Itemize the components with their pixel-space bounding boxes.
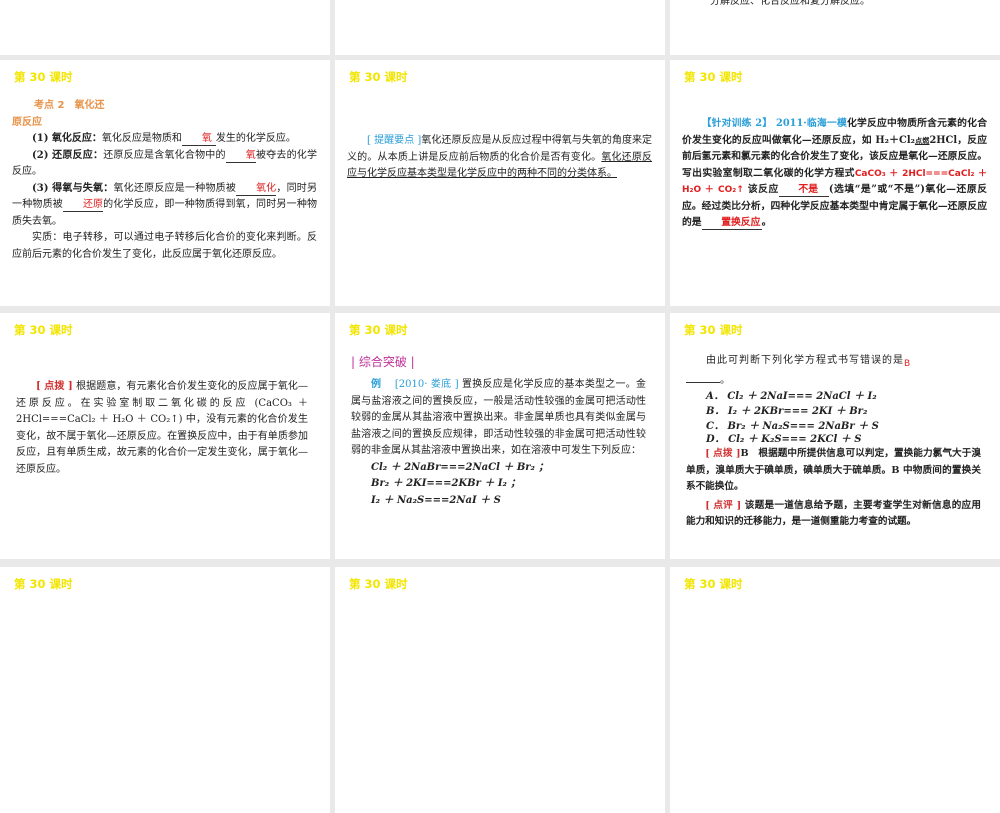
slide-thumbnail[interactable] xyxy=(335,0,665,55)
text: 氧化还原反应是一种物质被 xyxy=(113,182,237,194)
text: 实质：电子转移，可以通过电子转移后化合价的变化来判断。反应前后元素的化合价发生了… xyxy=(12,232,317,260)
slide-thumbnail[interactable]: 第 30 课时 xyxy=(0,567,330,813)
heading: 原反应 xyxy=(12,116,42,128)
tag: [ 点拨 ] xyxy=(36,381,73,392)
answer: B xyxy=(904,359,912,369)
text: 氧化反应是物质和 xyxy=(101,133,182,144)
slide-text: [ 点拨 ] 根据题意，有元素化合价发生变化的反应属于氧化—还原反应。在实验室制… xyxy=(16,379,308,478)
tag: 例 xyxy=(371,379,382,390)
text: 该反应 xyxy=(747,184,779,195)
slide-text: 【针对训练 2】 2011·临海一模化学反应中物质所含元素的化合价发生变化的反应… xyxy=(682,116,987,232)
source: 2011·临海一模 xyxy=(776,118,847,129)
slide-title: 第 30 课时 xyxy=(349,577,408,591)
question: 由此可判断下列化学方程式书写错误的是 xyxy=(706,355,904,366)
source: [2010· 娄底 ] xyxy=(394,379,459,390)
text: 置换反应是化学反应的基本类型之一。金属与盐溶液之间的置换反应，一般是活动性较强的… xyxy=(351,379,647,456)
option: A． Cl₂ ＋ 2NaI=== 2NaCl ＋ I₂ xyxy=(706,391,877,402)
slide-thumbnail[interactable]: 第 30 课时 xyxy=(670,567,1000,813)
answer: 置换反应 xyxy=(721,217,761,228)
text: 。 xyxy=(761,217,772,228)
text: 发生的化学反应。 xyxy=(215,133,296,144)
label: (2) 还原反应： xyxy=(32,149,104,161)
slide-title: 第 30 课时 xyxy=(684,577,743,591)
answer: 还原 xyxy=(82,199,103,210)
answer: 氧 xyxy=(245,149,256,161)
slide-title: 第 30 课时 xyxy=(14,70,73,84)
slide-title: 第 30 课时 xyxy=(684,70,743,84)
slide-text: 例 [2010· 娄底 ] 置换反应是化学反应的基本类型之一。金属与盐溶液之间的… xyxy=(351,377,646,509)
condition: 点燃 xyxy=(914,135,930,145)
heading: 考点 2 氧化还 xyxy=(34,100,105,111)
slide-text: [ 提醒要点 ]氧化还原反应是从反应过程中得氧与失氧的角度来定义的。从本质上讲是… xyxy=(347,133,652,183)
option: D． Cl₂ ＋ K₂S=== 2KCl ＋ S xyxy=(706,434,862,445)
text: 根据题意，有元素化合价发生变化的反应属于氧化—还原反应。在实验室制取二氧化碳的反… xyxy=(16,381,308,475)
label: (1) 氧化反应： xyxy=(32,133,102,144)
slide-text: 考点 2 氧化还 原反应 (1) 氧化反应：氧化反应是物质和氧发生的化学反应。 … xyxy=(12,98,317,263)
equation: Br₂ ＋ 2KI===2KBr ＋ I₂ ； xyxy=(371,478,521,489)
slide-thumbnail[interactable]: 第 30 课时 [ 点拨 ] 根据题意，有元素化合价发生变化的反应属于氧化—还原… xyxy=(0,313,330,559)
slide-title: 第 30 课时 xyxy=(14,323,73,337)
slide-title: 第 30 课时 xyxy=(14,577,73,591)
slide-title: 第 30 课时 xyxy=(349,323,408,337)
label: (3) 得氧与失氧： xyxy=(32,182,114,194)
tag: [ 提醒要点 ] xyxy=(367,135,422,146)
slide-thumbnail[interactable]: 第 30 课时 由此可判断下列化学方程式书写错误的是B 。 A． Cl₂ ＋ 2… xyxy=(670,313,1000,559)
slide-thumbnail[interactable]: 第 30 课时 【针对训练 2】 2011·临海一模化学反应中物质所含元素的化合… xyxy=(670,60,1000,306)
slide-thumbnail[interactable] xyxy=(0,0,330,55)
slide-text: 分解反应、化合反应和复分解反应。 xyxy=(710,0,870,7)
slide-thumbnail[interactable]: 第 30 课时 考点 2 氧化还 原反应 (1) 氧化反应：氧化反应是物质和氧发… xyxy=(0,60,330,306)
slide-thumbnail[interactable]: 分解反应、化合反应和复分解反应。 xyxy=(670,0,1000,55)
text: 还原反应是含氧化合物中的 xyxy=(103,149,226,161)
slide-thumbnail[interactable]: 第 30 课时 [ 提醒要点 ]氧化还原反应是从反应过程中得氧与失氧的角度来定义… xyxy=(335,60,665,306)
option: C． Br₂ ＋ Na₂S=== 2NaBr ＋ S xyxy=(706,421,879,432)
answer: 氧化 xyxy=(256,182,277,194)
answer: 氧 xyxy=(201,133,212,144)
tag: [ 点评 ] xyxy=(705,499,742,511)
slide-title: 第 30 课时 xyxy=(684,323,743,337)
tag: 【针对训练 2】 xyxy=(701,118,773,129)
equation: I₂ ＋ Na₂S===2NaI ＋ S xyxy=(371,494,501,506)
slide-thumbnail[interactable]: 第 30 课时 | 综合突破 | 例 [2010· 娄底 ] 置换反应是化学反应… xyxy=(335,313,665,559)
slide-title: 第 30 课时 xyxy=(349,70,408,84)
slide-text: 由此可判断下列化学方程式书写错误的是B 。 A． Cl₂ ＋ 2NaI=== 2… xyxy=(686,355,982,527)
section-heading: | 综合突破 | xyxy=(351,355,415,369)
tag: [ 点拨 ] xyxy=(705,448,741,459)
slide-thumbnail[interactable]: 第 30 课时 xyxy=(335,567,665,813)
option: B． I₂ ＋ 2KBr=== 2KI ＋ Br₂ xyxy=(706,406,868,417)
equation: Cl₂ ＋ 2NaBr===2NaCl ＋ Br₂ ； xyxy=(371,461,549,473)
answer: 不是 xyxy=(798,184,818,195)
